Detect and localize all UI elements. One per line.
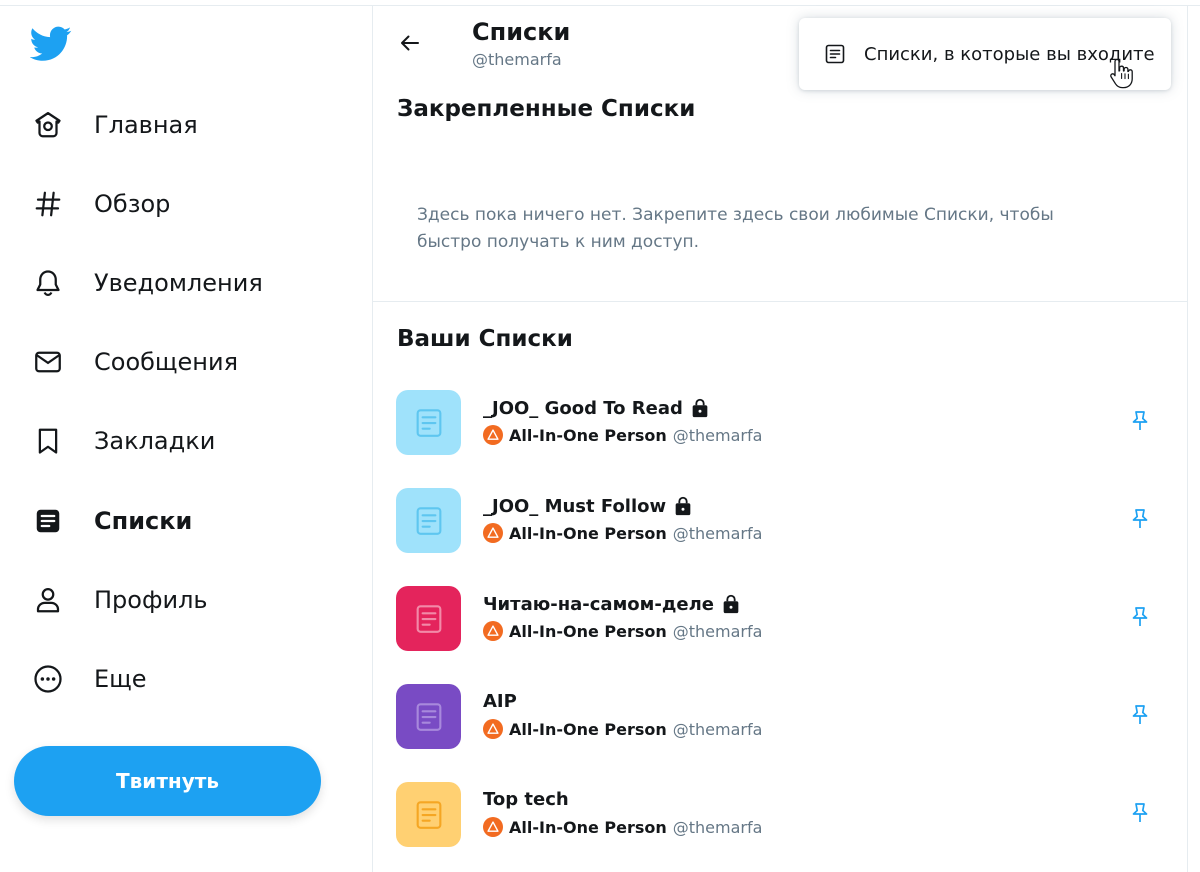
sidebar: Главная Обзор Уведомления Сообщения Закл… — [0, 6, 372, 872]
list-name: Top tech — [483, 789, 569, 810]
list-thumbnail — [396, 684, 461, 749]
twitter-bird-icon[interactable] — [29, 26, 72, 62]
list-document-icon — [416, 604, 441, 633]
sidebar-item-label: Обзор — [94, 190, 171, 218]
list-name: _JOO_ Good To Read — [483, 397, 711, 419]
list-thumbnail — [396, 586, 461, 651]
more-icon — [28, 659, 68, 699]
list-thumbnail — [396, 390, 461, 455]
sidebar-item-label: Списки — [94, 507, 193, 535]
sidebar-item-label: Сообщения — [94, 348, 239, 376]
page-title: Списки — [472, 18, 571, 46]
sidebar-item-profile[interactable]: Профиль — [28, 575, 208, 625]
sidebar-item-messages[interactable]: Сообщения — [28, 337, 238, 387]
list-thumbnail — [396, 488, 461, 553]
list-name: Читаю-на-самом-деле — [483, 593, 742, 615]
sidebar-item-label: Профиль — [94, 586, 208, 614]
bell-icon — [28, 263, 68, 303]
list-thumbnail — [396, 782, 461, 847]
pin-icon — [1132, 705, 1148, 724]
avatar — [483, 817, 503, 837]
list-document-icon — [416, 408, 441, 437]
list-owner: All-In-One Person @themarfa — [483, 425, 762, 445]
section-divider — [373, 301, 1187, 302]
avatar — [483, 425, 503, 445]
profile-icon — [28, 580, 68, 620]
sidebar-item-bookmarks[interactable]: Закладки — [28, 416, 215, 466]
avatar — [483, 719, 503, 739]
sidebar-item-label: Закладки — [94, 427, 216, 455]
sidebar-item-notifications[interactable]: Уведомления — [28, 258, 263, 308]
sidebar-item-label: Еще — [94, 665, 147, 693]
lock-icon — [672, 495, 694, 517]
avatar — [483, 621, 503, 641]
list-item[interactable]: Читаю-на-самом-деле All-In-One Person @t… — [373, 576, 1187, 674]
bookmark-icon — [28, 421, 68, 461]
pin-icon — [1132, 607, 1148, 626]
home-icon — [28, 105, 68, 145]
list-owner: All-In-One Person @themarfa — [483, 817, 762, 837]
pinned-empty-text: Здесь пока ничего нет. Закрепите здесь с… — [417, 205, 1054, 252]
hand-cursor-icon — [1108, 56, 1138, 92]
pin-icon — [1132, 509, 1148, 528]
list-name: _JOO_ Must Follow — [483, 495, 694, 517]
sidebar-item-explore[interactable]: Обзор — [28, 179, 170, 229]
pin-button[interactable] — [1125, 798, 1155, 828]
page-handle: @themarfa — [472, 50, 562, 69]
list-owner: All-In-One Person @themarfa — [483, 621, 762, 641]
sidebar-item-home[interactable]: Главная — [28, 100, 198, 150]
list-owner: All-In-One Person @themarfa — [483, 719, 762, 739]
pin-button[interactable] — [1125, 700, 1155, 730]
avatar — [483, 523, 503, 543]
back-button[interactable] — [395, 28, 425, 58]
sidebar-item-label: Уведомления — [94, 269, 263, 297]
sidebar-item-more[interactable]: Еще — [28, 654, 147, 704]
tweet-button[interactable]: Твитнуть — [14, 746, 321, 816]
pin-icon — [1132, 803, 1148, 822]
list-item[interactable]: _JOO_ Good To Read All-In-One Person @th… — [373, 380, 1187, 478]
list-document-icon — [416, 506, 441, 535]
hashtag-icon — [28, 184, 68, 224]
lock-icon — [689, 397, 711, 419]
pin-icon — [1132, 411, 1148, 430]
list-item[interactable]: _JOO_ Must Follow All-In-One Person @the… — [373, 478, 1187, 576]
list-owner: All-In-One Person @themarfa — [483, 523, 762, 543]
sidebar-item-label: Главная — [94, 111, 198, 139]
list-document-icon — [416, 800, 441, 829]
list-item[interactable]: Top tech All-In-One Person @themarfa — [373, 772, 1187, 870]
list-name: AIP — [483, 691, 517, 712]
pin-button[interactable] — [1125, 602, 1155, 632]
list-document-icon — [823, 42, 847, 66]
your-lists-title: Ваши Списки — [397, 326, 573, 352]
list-item[interactable]: AIP All-In-One Person @themarfa — [373, 674, 1187, 772]
arrow-left-icon — [401, 35, 419, 51]
list-document-icon — [416, 702, 441, 731]
pinned-lists-title: Закрепленные Списки — [397, 96, 696, 122]
pin-button[interactable] — [1125, 504, 1155, 534]
pin-button[interactable] — [1125, 406, 1155, 436]
lists-icon — [28, 501, 68, 541]
sidebar-item-lists[interactable]: Списки — [28, 496, 192, 546]
envelope-icon — [28, 342, 68, 382]
main-column: Списки @themarfa Закрепленные Списки Зде… — [372, 6, 1188, 872]
lock-icon — [720, 593, 742, 615]
